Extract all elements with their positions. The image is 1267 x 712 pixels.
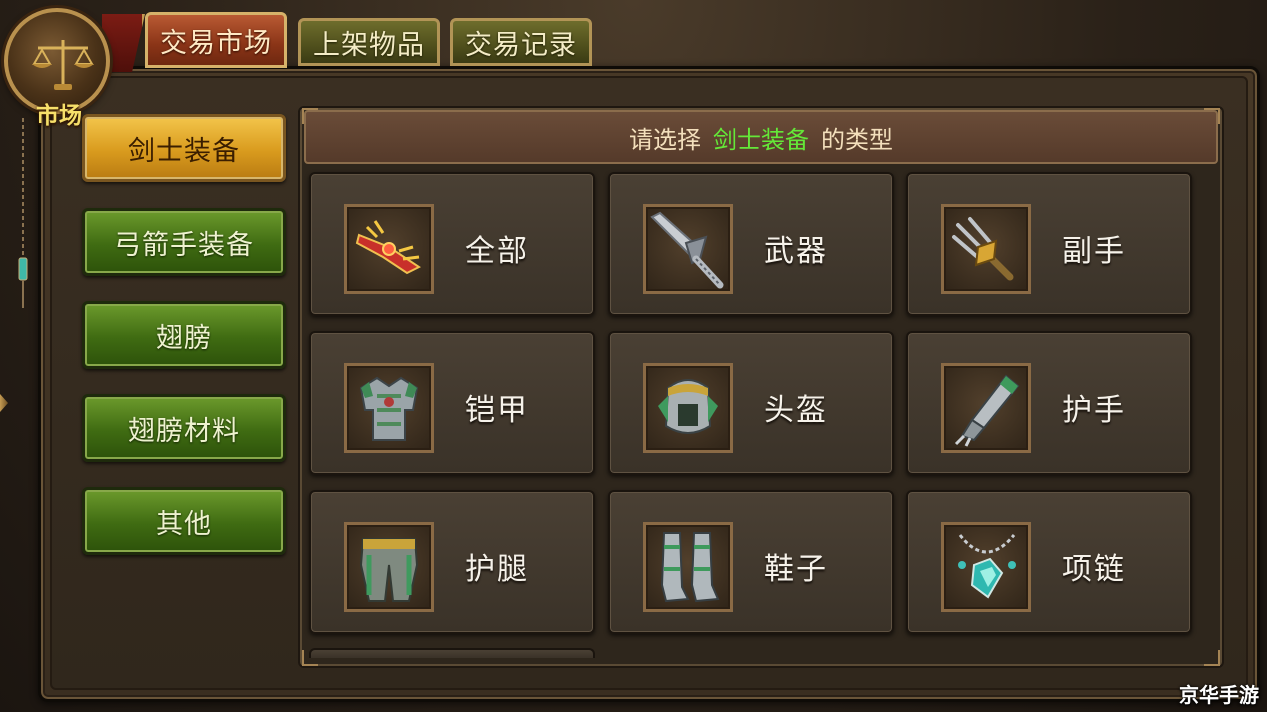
category-wings[interactable]: 翅膀 [82,301,286,369]
armor-icon [359,376,419,441]
item-slot [941,522,1031,612]
market-badge-label: 市场 [36,103,82,129]
item-slot [941,204,1031,294]
item-type-label: 项链 [1062,552,1126,587]
header-suffix: 的类型 [821,125,893,154]
item-type-label: 副手 [1062,234,1126,269]
boots-icon [660,532,720,603]
next-row-peek [309,648,595,658]
panel-corner-br [1204,650,1220,666]
tab-trade-market[interactable]: 交易市场 [145,12,287,68]
item-slot [643,204,733,294]
item-slot [344,522,434,612]
tab-list-items[interactable]: 上架物品 [298,18,440,66]
trident-icon [952,217,1014,281]
helmet-icon [658,379,718,434]
item-type-weapon[interactable]: 武器 [608,172,894,316]
item-type-label: 护手 [1062,393,1126,428]
item-type-boots[interactable]: 鞋子 [608,490,894,634]
item-slot [344,363,434,453]
gauntlet-icon [954,374,1020,447]
category-wing-materials[interactable]: 翅膀材料 [82,394,286,462]
necklace-icon [958,534,1016,599]
sword-icon [650,211,724,289]
item-slot [941,363,1031,453]
scales-icon [32,40,94,90]
item-type-label: 铠甲 [465,393,529,428]
left-edge-ornament [0,394,8,412]
item-slot [344,204,434,294]
item-type-all[interactable]: 全部 [309,172,595,316]
crossguard-icon [355,220,421,275]
panel-header: 请选择 剑士装备 的类型 [304,110,1218,164]
category-other[interactable]: 其他 [82,487,286,555]
item-type-label: 鞋子 [764,552,828,587]
item-type-armor[interactable]: 铠甲 [309,331,595,475]
item-type-label: 头盔 [764,393,828,428]
item-type-gauntlets[interactable]: 护手 [906,331,1192,475]
item-type-label: 武器 [764,234,828,269]
item-slot [643,522,733,612]
item-type-helmet[interactable]: 头盔 [608,331,894,475]
watermark: 京华手游 [1179,683,1259,707]
item-type-offhand[interactable]: 副手 [906,172,1192,316]
item-type-necklace[interactable]: 项链 [906,490,1192,634]
item-type-leg-guards[interactable]: 护腿 [309,490,595,634]
chain-ornament [18,118,28,308]
header-selected-category: 剑士装备 [713,125,809,154]
header-prefix: 请选择 [629,125,701,154]
greaves-icon [359,538,419,602]
item-type-label: 全部 [465,234,529,269]
item-slot [643,363,733,453]
tab-trade-records[interactable]: 交易记录 [450,18,592,66]
category-swordsman-gear[interactable]: 剑士装备 [82,114,286,182]
market-badge: 市场 [4,8,110,129]
category-archer-gear[interactable]: 弓箭手装备 [82,208,286,276]
item-type-label: 护腿 [465,552,529,587]
